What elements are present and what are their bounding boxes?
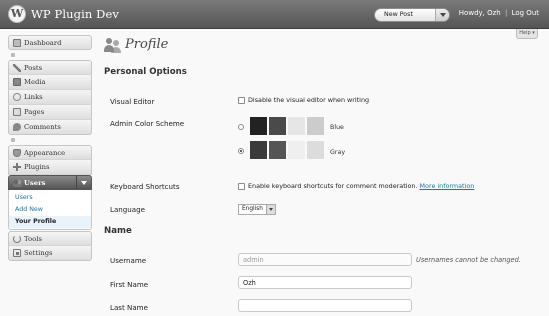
username-field[interactable]: admin — [238, 253, 412, 266]
last-name-label: Last Name — [110, 303, 148, 312]
menu-item-label[interactable]: Posts — [24, 64, 42, 72]
color-swatch[interactable] — [250, 117, 267, 135]
username-note: Usernames cannot be changed. — [416, 256, 521, 264]
wordpress-logo-icon[interactable]: W — [8, 5, 26, 23]
menu-item-links[interactable]: Links — [8, 90, 92, 105]
icon-part — [113, 40, 119, 46]
visual-editor-checkbox-label[interactable]: Disable the visual editor when writing — [248, 96, 369, 104]
color-swatch[interactable] — [288, 141, 305, 159]
dashboard-icon — [13, 39, 21, 47]
chevron-down-icon — [440, 13, 446, 17]
menu-item-label[interactable]: Links — [24, 93, 43, 101]
keyboard-shortcuts-option: Enable keyboard shortcuts for comment mo… — [238, 182, 474, 190]
icon-part — [104, 45, 114, 52]
submenu-item-add-new[interactable]: Add New — [9, 204, 91, 216]
menu-item-label[interactable]: Users — [24, 179, 46, 187]
menu-item-media[interactable]: Media — [8, 75, 92, 90]
menu-item-label[interactable]: Media — [24, 78, 46, 86]
username-label: Username — [110, 256, 147, 265]
last-name-field[interactable] — [238, 299, 412, 312]
more-information-link[interactable]: More information — [420, 182, 475, 190]
first-name-field[interactable]: Ozh — [238, 276, 412, 289]
section-title-name: Name — [104, 226, 132, 236]
menu-item-label[interactable]: Plugins — [24, 163, 50, 171]
menu-item-pages[interactable]: Pages — [8, 105, 92, 120]
color-swatch[interactable] — [288, 117, 305, 135]
media-icon — [13, 78, 21, 86]
menu-item-label[interactable]: Appearance — [24, 149, 65, 157]
color-swatch[interactable] — [307, 141, 324, 159]
visual-editor-option: Disable the visual editor when writing — [238, 96, 369, 104]
language-select[interactable]: English — [238, 204, 276, 215]
menu-separator[interactable] — [8, 51, 92, 60]
users-icon — [104, 36, 123, 54]
help-tab[interactable]: Help ▾ — [516, 29, 538, 39]
posts-icon — [13, 64, 21, 72]
menu-item-comments[interactable]: Comments — [8, 120, 92, 135]
menu-item-posts[interactable]: Posts — [8, 60, 92, 75]
admin-menu: Dashboard Posts Media Links Pages Commen… — [8, 35, 92, 262]
site-title[interactable]: WP Plugin Dev — [31, 7, 119, 21]
menu-item-settings[interactable]: Settings — [8, 246, 92, 261]
page-title: Profile — [125, 37, 169, 52]
color-scheme-gray-radio[interactable] — [238, 148, 244, 154]
help-tab-label[interactable]: Help — [519, 30, 530, 36]
favorite-actions-label[interactable]: New Post — [384, 11, 413, 18]
menu-item-appearance[interactable]: Appearance — [8, 145, 92, 160]
menu-item-tools[interactable]: Tools — [8, 231, 92, 246]
color-scheme-blue-label[interactable]: Blue — [330, 124, 344, 131]
pages-icon — [13, 108, 21, 116]
language-label: Language — [110, 205, 146, 214]
keyboard-shortcuts-label: Keyboard Shortcuts — [110, 182, 180, 191]
submenu-item-your-profile[interactable]: Your Profile — [9, 216, 91, 228]
menu-item-label[interactable]: Comments — [24, 123, 61, 131]
color-scheme-label: Admin Color Scheme — [110, 119, 185, 128]
tools-icon — [13, 235, 21, 243]
submenu-toggle[interactable] — [76, 176, 91, 189]
color-scheme-blue-radio[interactable] — [238, 124, 244, 130]
user-name-link[interactable]: Ozh — [487, 9, 501, 17]
color-swatch[interactable] — [269, 141, 286, 159]
comments-icon — [13, 123, 21, 131]
logout-link[interactable]: Log Out — [512, 9, 539, 17]
color-swatch[interactable] — [250, 141, 267, 159]
greeting-text: Howdy, — [458, 9, 485, 17]
language-select-value[interactable]: English — [242, 206, 263, 212]
submenu-item-users[interactable]: Users — [9, 192, 91, 204]
section-title-personal-options: Personal Options — [104, 67, 187, 77]
favorite-actions-dropdown[interactable]: New Post — [374, 8, 450, 22]
first-name-label: First Name — [110, 280, 149, 289]
icon-part — [106, 38, 112, 44]
menu-item-label[interactable]: Dashboard — [24, 39, 61, 47]
menu-item-label[interactable]: Tools — [24, 235, 42, 243]
menu-item-label[interactable]: Settings — [24, 249, 53, 257]
menu-item-label[interactable]: Pages — [24, 108, 44, 116]
links-icon — [13, 93, 21, 101]
chevron-down-icon: ▾ — [532, 30, 535, 36]
header-separator: | — [504, 9, 508, 17]
chevron-down-icon — [81, 181, 87, 185]
favorite-actions-toggle[interactable] — [435, 9, 449, 21]
settings-icon — [13, 249, 21, 257]
users-submenu: Users Add New Your Profile — [8, 190, 92, 230]
menu-item-users[interactable]: Users — [8, 175, 92, 190]
visual-editor-checkbox[interactable] — [238, 96, 245, 104]
keyboard-shortcuts-checkbox[interactable] — [238, 182, 245, 190]
menu-item-dashboard[interactable]: Dashboard — [8, 35, 92, 50]
admin-header: W WP Plugin Dev New Post Howdy, Ozh | Lo… — [0, 0, 549, 29]
visual-editor-label: Visual Editor — [110, 97, 155, 106]
appearance-icon — [13, 149, 21, 157]
menu-separator[interactable] — [8, 136, 92, 145]
color-swatch[interactable] — [307, 117, 324, 135]
color-swatch[interactable] — [269, 117, 286, 135]
color-scheme-gray-label[interactable]: Gray — [330, 149, 345, 156]
user-info: Howdy, Ozh | Log Out — [459, 9, 539, 17]
menu-item-plugins[interactable]: Plugins — [8, 160, 92, 175]
plugins-icon — [13, 163, 21, 171]
chevron-down-icon[interactable] — [266, 205, 275, 214]
keyboard-shortcuts-checkbox-label[interactable]: Enable keyboard shortcuts for comment mo… — [248, 182, 417, 190]
users-icon — [13, 179, 22, 187]
